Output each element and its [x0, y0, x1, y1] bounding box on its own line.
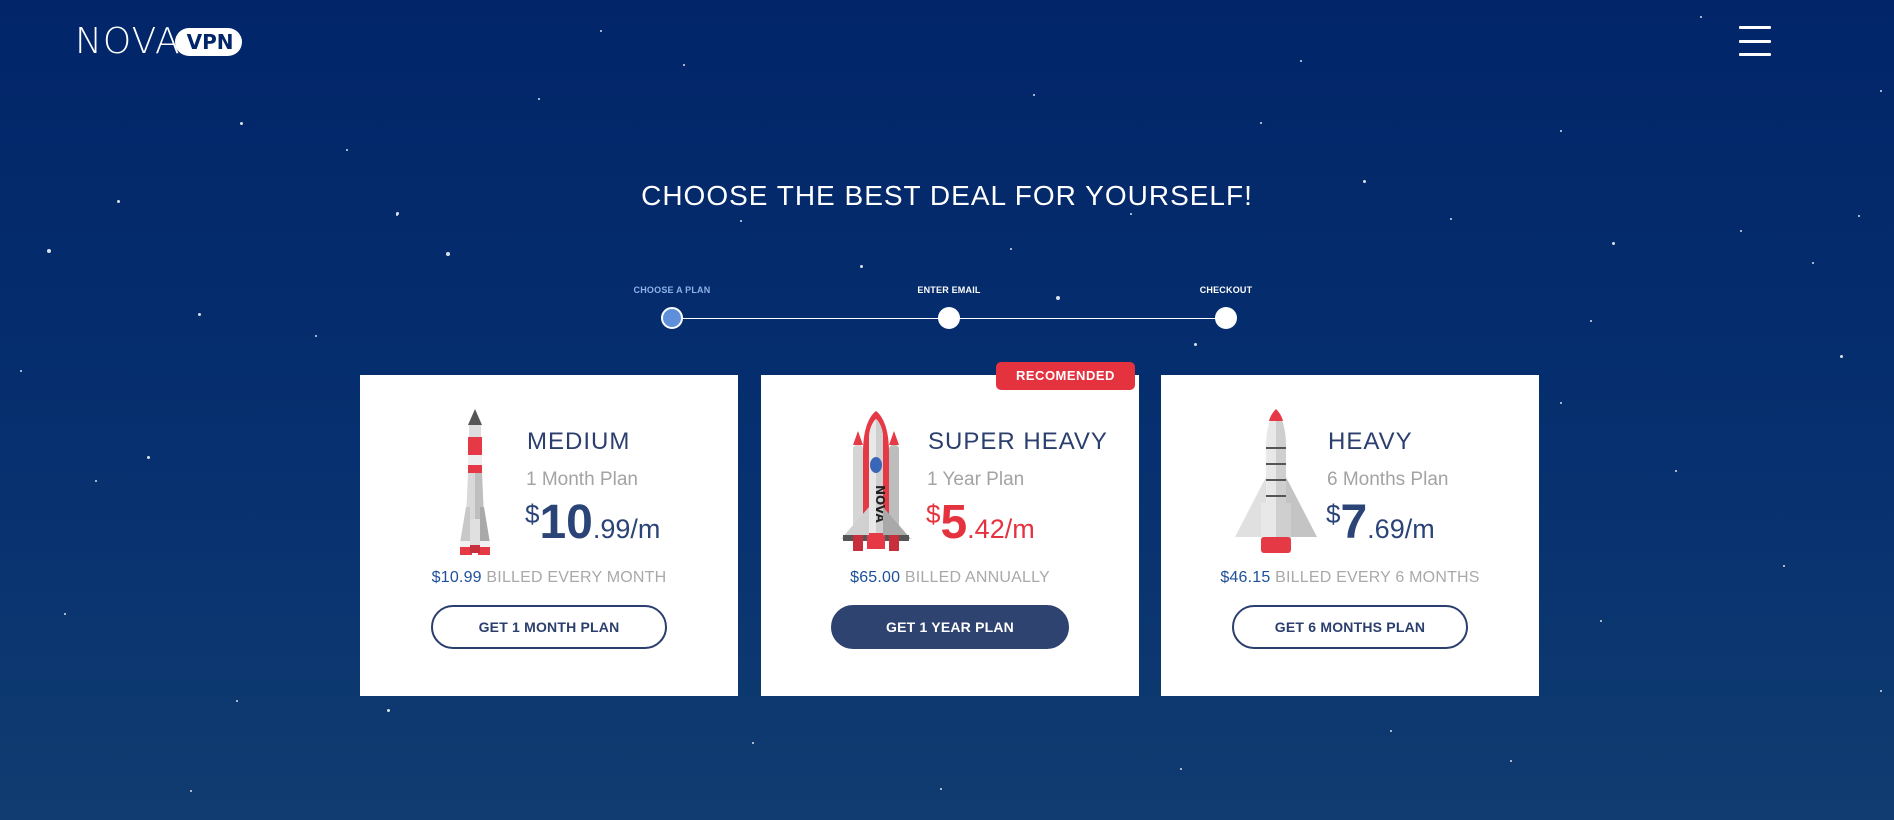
billed-amount: $10.99: [431, 569, 482, 586]
logo-vpn-badge: VPN: [174, 28, 243, 56]
plan-price: $10.99/m: [525, 495, 660, 550]
step-label: CHOOSE A PLAN: [633, 285, 711, 295]
price-integer: 10: [539, 496, 593, 549]
price-currency: $: [525, 499, 540, 529]
step-label: ENTER EMAIL: [917, 285, 981, 295]
plan-name: MEDIUM: [527, 428, 631, 455]
hamburger-menu-icon[interactable]: [1739, 26, 1771, 56]
price-currency: $: [926, 499, 941, 529]
price-currency: $: [1326, 499, 1341, 529]
heavy-rocket-icon: [1231, 407, 1321, 559]
billing-info: $65.00 BILLED ANNUALLY: [761, 569, 1139, 587]
logo-wordmark: NOVA: [75, 21, 181, 62]
step-label: CHECKOUT: [1199, 285, 1253, 295]
rocket-icon: [430, 407, 520, 559]
billed-period: BILLED EVERY MONTH: [486, 569, 667, 586]
plan-duration: 1 Month Plan: [526, 469, 638, 490]
nova-vpn-logo[interactable]: NOVA VPN: [75, 21, 243, 62]
price-integer: 5: [940, 496, 968, 549]
get-1-month-plan-button[interactable]: GET 1 MONTH PLAN: [431, 605, 667, 649]
step-checkout[interactable]: CHECKOUT: [1166, 285, 1286, 329]
billed-amount: $65.00: [850, 569, 901, 586]
plan-card-medium: MEDIUM 1 Month Plan $10.99/m $10.99 BILL…: [360, 375, 738, 696]
billed-period: BILLED ANNUALLY: [904, 569, 1050, 586]
page-title: CHOOSE THE BEST DEAL FOR YOURSELF!: [641, 180, 1253, 211]
plan-price: $7.69/m: [1326, 495, 1435, 550]
price-integer: 7: [1340, 496, 1368, 549]
plan-duration: 1 Year Plan: [927, 469, 1025, 490]
plan-name: SUPER HEAVY: [928, 428, 1108, 455]
plan-name: HEAVY: [1328, 428, 1413, 455]
plan-card-super-heavy: RECOMENDED NOVA SUPER HEAVY 1 Year Plan …: [761, 362, 1139, 696]
price-decimal: .69/m: [1367, 514, 1435, 544]
plan-card-heavy: HEAVY 6 Months Plan $7.69/m $46.15 BILLE…: [1161, 375, 1539, 696]
billed-period: BILLED EVERY 6 MONTHS: [1275, 569, 1480, 586]
step-dot-active[interactable]: [661, 307, 683, 329]
step-dot[interactable]: [1215, 307, 1237, 329]
billing-info: $10.99 BILLED EVERY MONTH: [360, 569, 738, 587]
price-decimal: .99/m: [592, 514, 661, 544]
billed-amount: $46.15: [1220, 569, 1271, 586]
step-dot[interactable]: [938, 307, 960, 329]
plan-price: $5.42/m: [926, 495, 1035, 550]
price-decimal: .42/m: [967, 514, 1035, 544]
step-enter-email[interactable]: ENTER EMAIL: [889, 285, 1009, 329]
space-shuttle-icon: NOVA: [831, 407, 921, 559]
step-choose-a-plan[interactable]: CHOOSE A PLAN: [612, 285, 732, 329]
checkout-stepper: CHOOSE A PLAN ENTER EMAIL CHECKOUT: [634, 285, 1252, 335]
recommended-badge: RECOMENDED: [996, 362, 1135, 390]
get-6-months-plan-button[interactable]: GET 6 MONTHS PLAN: [1232, 605, 1468, 649]
billing-info: $46.15 BILLED EVERY 6 MONTHS: [1161, 569, 1539, 587]
get-1-year-plan-button[interactable]: GET 1 YEAR PLAN: [831, 605, 1069, 649]
plan-duration: 6 Months Plan: [1327, 469, 1449, 490]
